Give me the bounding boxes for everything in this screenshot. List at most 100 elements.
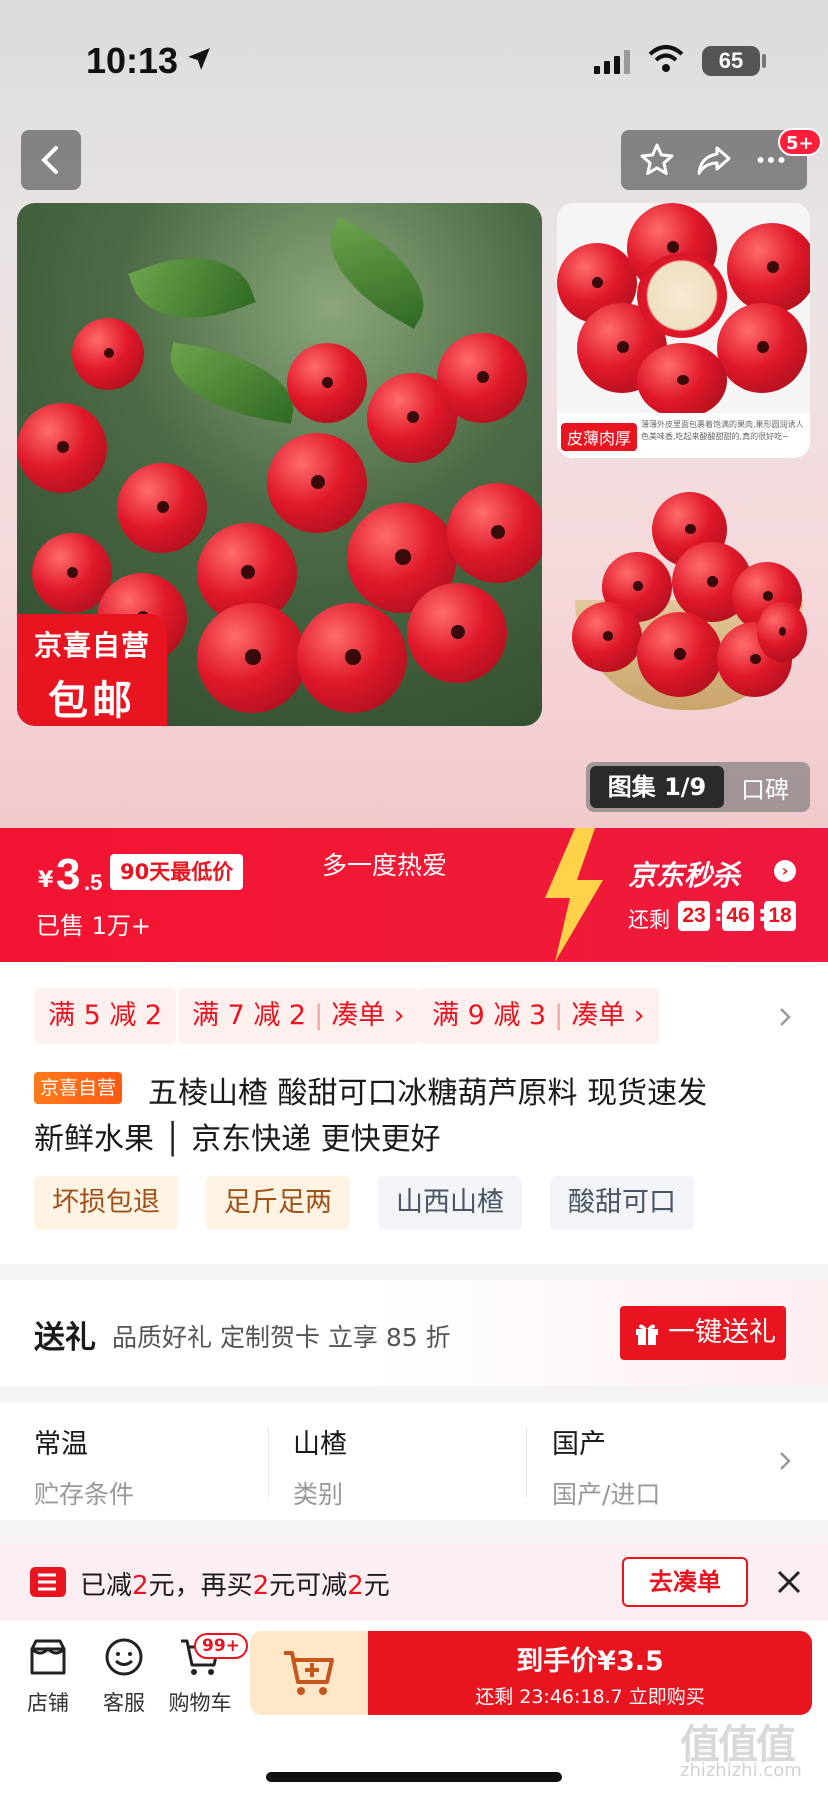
chevron-right-icon[interactable]: › <box>774 860 796 882</box>
shop-label: 店铺 <box>27 1691 69 1715</box>
price-decimal: .5 <box>84 870 103 895</box>
thumbnail-caption: 薄薄外皮里面包裹着饱满的果肉,果形圆润诱人色美味香,吃起来酸酸甜甜的,真的很好吃… <box>641 420 804 441</box>
watermark-url: zhizhizhi.com <box>680 1760 802 1781</box>
share-arrow-icon <box>697 146 731 175</box>
countdown-minutes: 46 <box>722 901 754 931</box>
final-price-label: 到手价¥3.5 <box>516 1646 664 1677</box>
add-cart-icon <box>284 1651 334 1695</box>
tab-reviews[interactable]: 口碑 <box>724 770 806 805</box>
coupon-chip[interactable]: 满 7 减 2 | 凑单 › <box>178 988 419 1044</box>
coupon-chip[interactable]: 满 9 减 3 | 凑单 › <box>418 988 659 1044</box>
coupon-separator: | <box>554 1000 564 1031</box>
hawthorn-berry <box>117 463 207 553</box>
thumbnail-image-2[interactable] <box>557 472 810 722</box>
status-bar: 10:13 65 <box>0 0 828 120</box>
notification-badge: 5+ <box>778 128 822 156</box>
hawthorn-berry <box>447 483 542 583</box>
spec-value: 山楂 <box>293 1429 347 1460</box>
discount-part: 元 <box>363 1571 390 1601</box>
one-click-gift-button[interactable]: 一键送礼 <box>620 1306 786 1360</box>
product-title-line1: 五棱山楂 酸甜可口冰糖葫芦原料 现货速发 <box>148 1076 708 1111</box>
cellular-signal-icon <box>594 50 630 74</box>
spec-row[interactable]: 常温 贮存条件 山楂 类别 国产 国产/进口 <box>0 1402 828 1520</box>
leaf-shape <box>310 217 444 329</box>
leaf-shape <box>162 342 302 424</box>
hawthorn-berry <box>717 303 807 393</box>
coupon-text: 满 5 减 2 <box>48 1000 163 1031</box>
lightning-bolt-icon <box>545 828 603 962</box>
cart-count-badge: 99+ <box>194 1633 248 1659</box>
product-info-card: 满 5 减 2 满 7 减 2 | 凑单 › 满 9 减 3 | 凑单 › 京喜自营 五… <box>0 962 828 1264</box>
chevron-left-icon <box>41 146 58 174</box>
buy-now-button[interactable]: 到手价¥3.5 还剩 23:46:18.7 立即购买 <box>368 1631 812 1715</box>
coupon-icon <box>30 1567 66 1597</box>
hawthorn-berry <box>727 223 810 313</box>
battery-tip <box>762 54 766 68</box>
spec-key: 贮存条件 <box>34 1480 135 1509</box>
coupon-text: 满 7 减 2 <box>192 1000 307 1031</box>
share-button[interactable] <box>694 140 734 180</box>
hero-area: 10:13 65 5+ 京喜自营 包邮 皮薄肉厚 薄薄外皮里面包裹着饱满的果肉,… <box>0 0 828 828</box>
product-title-line2: 新鲜水果 │ 京东快递 更快更好 <box>34 1122 441 1157</box>
feature-tag[interactable]: 酸甜可口 <box>550 1176 694 1230</box>
chevron-right-icon[interactable] <box>774 1006 796 1028</box>
spec-category: 山楂 类别 <box>293 1422 347 1511</box>
hawthorn-berry <box>197 603 307 713</box>
tab-gallery[interactable]: 图集 1/9 <box>590 766 724 808</box>
coupon-chip[interactable]: 满 5 减 2 <box>34 988 177 1044</box>
cut-hawthorn <box>637 253 727 338</box>
promo-tag-line2: 包邮 <box>48 678 136 724</box>
main-product-image[interactable]: 京喜自营 包邮 <box>17 203 542 726</box>
feature-tag[interactable]: 足斤足两 <box>206 1176 350 1230</box>
gift-button-label: 一键送礼 <box>668 1317 776 1348</box>
spec-origin: 国产 国产/进口 <box>552 1422 660 1511</box>
divider <box>268 1428 269 1498</box>
hawthorn-berry <box>637 343 727 418</box>
discount-part: 元，再买 <box>148 1571 253 1601</box>
back-button[interactable] <box>21 130 81 190</box>
price-integer: 3 <box>56 850 81 899</box>
gift-box-icon <box>636 1324 658 1345</box>
gallery-switch: 图集 1/9 口碑 <box>586 762 810 812</box>
gift-title: 送礼 <box>34 1320 96 1356</box>
thin-skin-tag: 皮薄肉厚 <box>561 423 638 451</box>
lowest-price-badge: 90天最低价 <box>110 854 244 890</box>
shop-button[interactable]: 店铺 <box>8 1635 88 1717</box>
discount-strip: 已减2元，再买2元可减2元 去凑单 <box>0 1543 828 1621</box>
hawthorn-berry <box>572 602 642 672</box>
discount-part: 元可减 <box>269 1571 348 1601</box>
hawthorn-berry <box>297 603 407 713</box>
add-on-items-button[interactable]: 去凑单 <box>622 1557 748 1607</box>
close-icon[interactable] <box>774 1567 804 1597</box>
price-banner: ¥ 3 .5 90天最低价 已售 1万+ 多一度热爱 京东秒杀 › 还剩 23 … <box>0 828 828 962</box>
countdown-label: 还剩 <box>628 908 670 932</box>
discount-amount: 2 <box>347 1571 364 1601</box>
discount-part: 已减 <box>80 1571 133 1601</box>
hawthorn-berry <box>287 343 367 423</box>
customer-service-button[interactable]: 客服 <box>84 1635 164 1717</box>
discount-amount: 2 <box>252 1571 270 1601</box>
flash-sale-title[interactable]: 京东秒杀 <box>628 854 740 894</box>
gift-row: 送礼 品质好礼 定制贺卡 立享 85 折 一键送礼 <box>0 1280 828 1386</box>
spec-storage: 常温 贮存条件 <box>34 1422 134 1511</box>
self-operated-free-shipping-tag: 京喜自营 包邮 <box>17 614 167 726</box>
status-time: 10:13 <box>86 40 179 81</box>
hawthorn-berry <box>407 583 507 683</box>
home-indicator[interactable] <box>266 1772 562 1782</box>
promo-tag-line1: 京喜自营 <box>33 629 150 662</box>
thumbnail-image-1[interactable]: 皮薄肉厚 薄薄外皮里面包裹着饱满的果肉,果形圆润诱人色美味香,吃起来酸酸甜甜的,… <box>557 203 810 458</box>
buy-countdown-label: 还剩 23:46:18.7 立即购买 <box>475 1686 705 1708</box>
star-icon <box>640 143 674 175</box>
favorite-button[interactable] <box>637 140 677 180</box>
feature-tag[interactable]: 山西山楂 <box>378 1176 522 1230</box>
feature-tag[interactable]: 坏损包退 <box>34 1176 178 1230</box>
spec-key: 国产/进口 <box>552 1480 661 1509</box>
hawthorn-berry <box>72 318 144 390</box>
slogan-text: 多一度热爱 <box>322 851 448 880</box>
wifi-icon <box>648 45 684 72</box>
service-label: 客服 <box>103 1691 145 1715</box>
add-to-cart-button[interactable] <box>250 1631 368 1715</box>
location-arrow-icon <box>188 48 210 70</box>
chevron-right-icon[interactable] <box>774 1450 796 1472</box>
discount-amount: 2 <box>132 1571 149 1601</box>
